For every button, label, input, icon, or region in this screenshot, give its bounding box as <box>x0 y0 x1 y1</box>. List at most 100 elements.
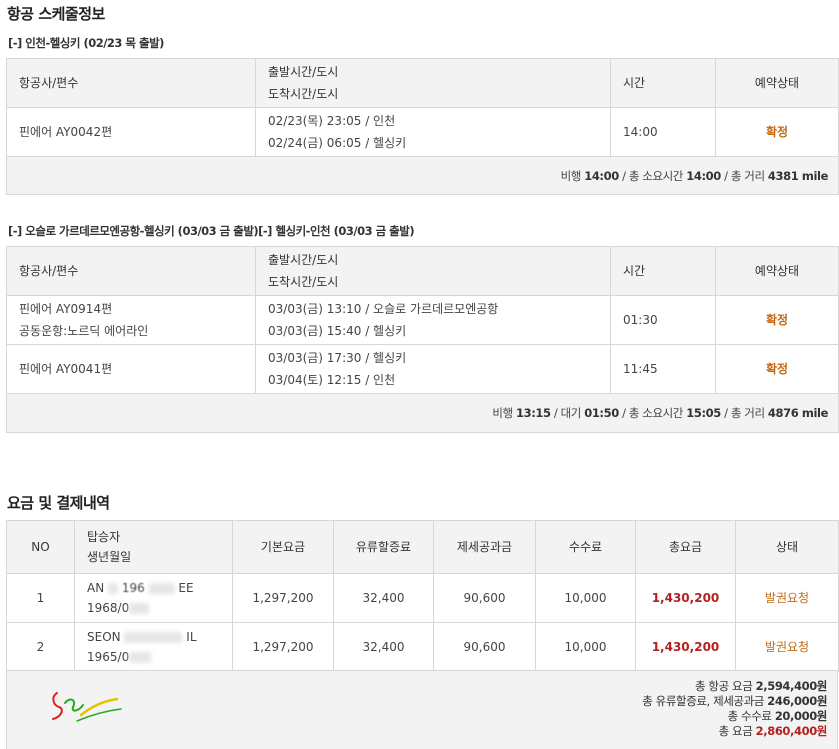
header-passenger-name: 탑승자 <box>87 530 121 544</box>
header-dep: 출발시간/도시 <box>268 253 339 267</box>
header-tax: 제세공과금 <box>433 520 536 574</box>
birth-part: 1968/0 <box>87 601 130 615</box>
flight-name-cell: 핀에어 AY0914편 공동운항:노르딕 에어라인 <box>6 295 256 345</box>
ticket-status: 발권요청 <box>764 640 810 654</box>
total-time-label: / 총 소요시간 <box>622 406 683 420</box>
fare-summary: 총 항공 요금 2,594,400원 총 유류할증료, 제세공과금 246,00… <box>6 670 838 749</box>
summary-fuel-tax-label: 총 유류할증료, 제세공과금 <box>642 694 764 708</box>
fare-table: NO 탑승자 생년월일 기본요금 유류할증료 제세공과금 수수료 총요금 상태 … <box>6 520 839 672</box>
flight-name: 핀에어 AY0042편 <box>6 107 256 157</box>
name-part: AN <box>87 581 105 595</box>
flight-times: 03/03(금) 17:30 / 헬싱키 03/04(토) 12:15 / 인천 <box>255 344 611 394</box>
passenger-birth: 1965/0 <box>87 647 232 667</box>
name-part: SEON <box>87 630 121 644</box>
header-total: 총요금 <box>635 520 736 574</box>
segment1-table: 항공사/편수 출발시간/도시 도착시간/도시 시간 예약상태 핀에어 AY004… <box>6 58 839 195</box>
row-no: 2 <box>6 622 75 672</box>
header-no: NO <box>6 520 75 574</box>
passenger-cell: SEON IL 1965/0 <box>74 622 233 672</box>
summary-air-label: 총 항공 요금 <box>694 679 753 693</box>
birth-part: 1965/0 <box>87 650 130 664</box>
schedule-title: 항공 스케줄정보 <box>7 5 105 23</box>
summary-lines: 총 항공 요금 2,594,400원 총 유류할증료, 제세공과금 246,00… <box>642 679 827 739</box>
segment1-summary: 비행 14:00 / 총 소요시간 14:00 / 총 거리 4381 mile <box>6 156 839 195</box>
passenger-name: AN 196 EE <box>87 578 232 598</box>
segment2-route-toggle[interactable]: [-] 오슬로 가르데르모엔공항-헬싱키 (03/03 금 출발)[-] 헬싱키… <box>8 223 415 239</box>
header-airline: 항공사/편수 <box>6 246 256 296</box>
distance-label: / 총 거리 <box>724 406 765 420</box>
header-base: 기본요금 <box>232 520 334 574</box>
header-fuel: 유류할증료 <box>333 520 434 574</box>
segment1-route-toggle[interactable]: [-] 인천-헬싱키 (02/23 목 출발) <box>8 35 164 51</box>
flight-label: 비행 <box>560 168 582 183</box>
header-birth: 생년월일 <box>87 550 132 564</box>
dep-time: 02/23(목) 23:05 / 인천 <box>268 114 396 128</box>
total-time-label: / 총 소요시간 <box>622 168 683 183</box>
redacted-mark <box>108 583 119 594</box>
dep-time: 03/03(금) 17:30 / 헬싱키 <box>268 351 407 365</box>
codeshare: 공동운항:노르딕 에어라인 <box>19 324 149 338</box>
base-fare: 1,297,200 <box>232 573 334 623</box>
ticket-status: 발권요청 <box>764 591 810 605</box>
tax: 90,600 <box>433 622 536 672</box>
flight-name: 핀에어 AY0914편 <box>19 302 113 316</box>
summary-total-value: 2,860,400원 <box>755 724 828 738</box>
header-passenger: 탑승자 생년월일 <box>74 520 233 574</box>
fare-row: 2 SEON IL 1965/0 1,297,200 32,400 90,600… <box>6 622 839 672</box>
status-confirmed: 확정 <box>765 362 789 376</box>
distance-label: / 총 거리 <box>724 168 765 183</box>
header-arr: 도착시간/도시 <box>268 275 339 289</box>
flight-name: 핀에어 AY0041편 <box>6 344 256 394</box>
flight-row: 핀에어 AY0042편 02/23(목) 23:05 / 인천 02/24(금)… <box>6 107 839 157</box>
redacted-mark <box>148 583 175 594</box>
name-part: EE <box>178 581 194 595</box>
redacted-mark <box>124 632 183 643</box>
status-confirmed: 확정 <box>765 313 789 327</box>
header-airline: 항공사/편수 <box>6 58 256 108</box>
arr-time: 03/04(토) 12:15 / 인천 <box>268 373 396 387</box>
header-status: 예약상태 <box>715 246 839 296</box>
flight-time: 14:00 <box>584 168 619 183</box>
fuel-surcharge: 32,400 <box>333 573 434 623</box>
fare-title: 요금 및 결제내역 <box>7 494 110 512</box>
fee: 10,000 <box>535 622 636 672</box>
header-status: 상태 <box>735 520 839 574</box>
flight-times: 03/03(금) 13:10 / 오슬로 가르데르모엔공항 03/03(금) 1… <box>255 295 611 345</box>
segment2-summary-row: 비행 13:15 / 대기 01:50 / 총 소요시간 15:05 / 총 거… <box>6 393 839 433</box>
summary-total-label: 총 요금 <box>718 724 753 738</box>
wait-time: 01:50 <box>584 406 619 420</box>
arr-time: 03/03(금) 15:40 / 헬싱키 <box>268 324 407 338</box>
flight-duration: 01:30 <box>610 295 716 345</box>
wait-label: / 대기 <box>553 406 581 420</box>
summary-fuel-tax: 총 유류할증료, 제세공과금 246,000원 <box>642 694 827 709</box>
fee: 10,000 <box>535 573 636 623</box>
dep-time: 03/03(금) 13:10 / 오슬로 가르데르모엔공항 <box>268 302 499 316</box>
name-part: IL <box>186 630 197 644</box>
header-status: 예약상태 <box>715 58 839 108</box>
base-fare: 1,297,200 <box>232 622 334 672</box>
distance: 4876 mile <box>767 406 828 420</box>
redacted-mark <box>129 652 152 663</box>
summary-air: 총 항공 요금 2,594,400원 <box>642 679 827 694</box>
status-confirmed: 확정 <box>765 125 789 139</box>
summary-fee-value: 20,000원 <box>774 709 828 723</box>
flight-times: 02/23(목) 23:05 / 인천 02/24(금) 06:05 / 헬싱키 <box>255 107 611 157</box>
flight-duration: 14:00 <box>610 107 716 157</box>
total-time: 15:05 <box>686 406 721 420</box>
total-time: 14:00 <box>686 168 721 183</box>
flight-row: 핀에어 AY0914편 공동운항:노르딕 에어라인 03/03(금) 13:10… <box>6 295 839 345</box>
row-no: 1 <box>6 573 75 623</box>
segment1-summary-row: 비행 14:00 / 총 소요시간 14:00 / 총 거리 4381 mile <box>6 156 839 195</box>
segment2-header-row: 항공사/편수 출발시간/도시 도착시간/도시 시간 예약상태 <box>6 246 839 296</box>
summary-fee: 총 수수료 20,000원 <box>642 709 828 724</box>
flight-label: 비행 <box>492 406 513 420</box>
tax: 90,600 <box>433 573 536 623</box>
summary-fuel-tax-value: 246,000원 <box>767 694 827 708</box>
header-dep-arr: 출발시간/도시 도착시간/도시 <box>255 58 611 108</box>
summary-total: 총 요금 2,860,400원 <box>642 724 828 739</box>
redacted-mark <box>129 603 150 614</box>
fare-row: 1 AN 196 EE 1968/0 1,297,200 32,400 90,6… <box>6 573 839 623</box>
segment1-header-row: 항공사/편수 출발시간/도시 도착시간/도시 시간 예약상태 <box>6 58 839 108</box>
segment2-table: 항공사/편수 출발시간/도시 도착시간/도시 시간 예약상태 핀에어 AY091… <box>6 246 839 433</box>
fare-header-row: NO 탑승자 생년월일 기본요금 유류할증료 제세공과금 수수료 총요금 상태 <box>6 520 839 574</box>
